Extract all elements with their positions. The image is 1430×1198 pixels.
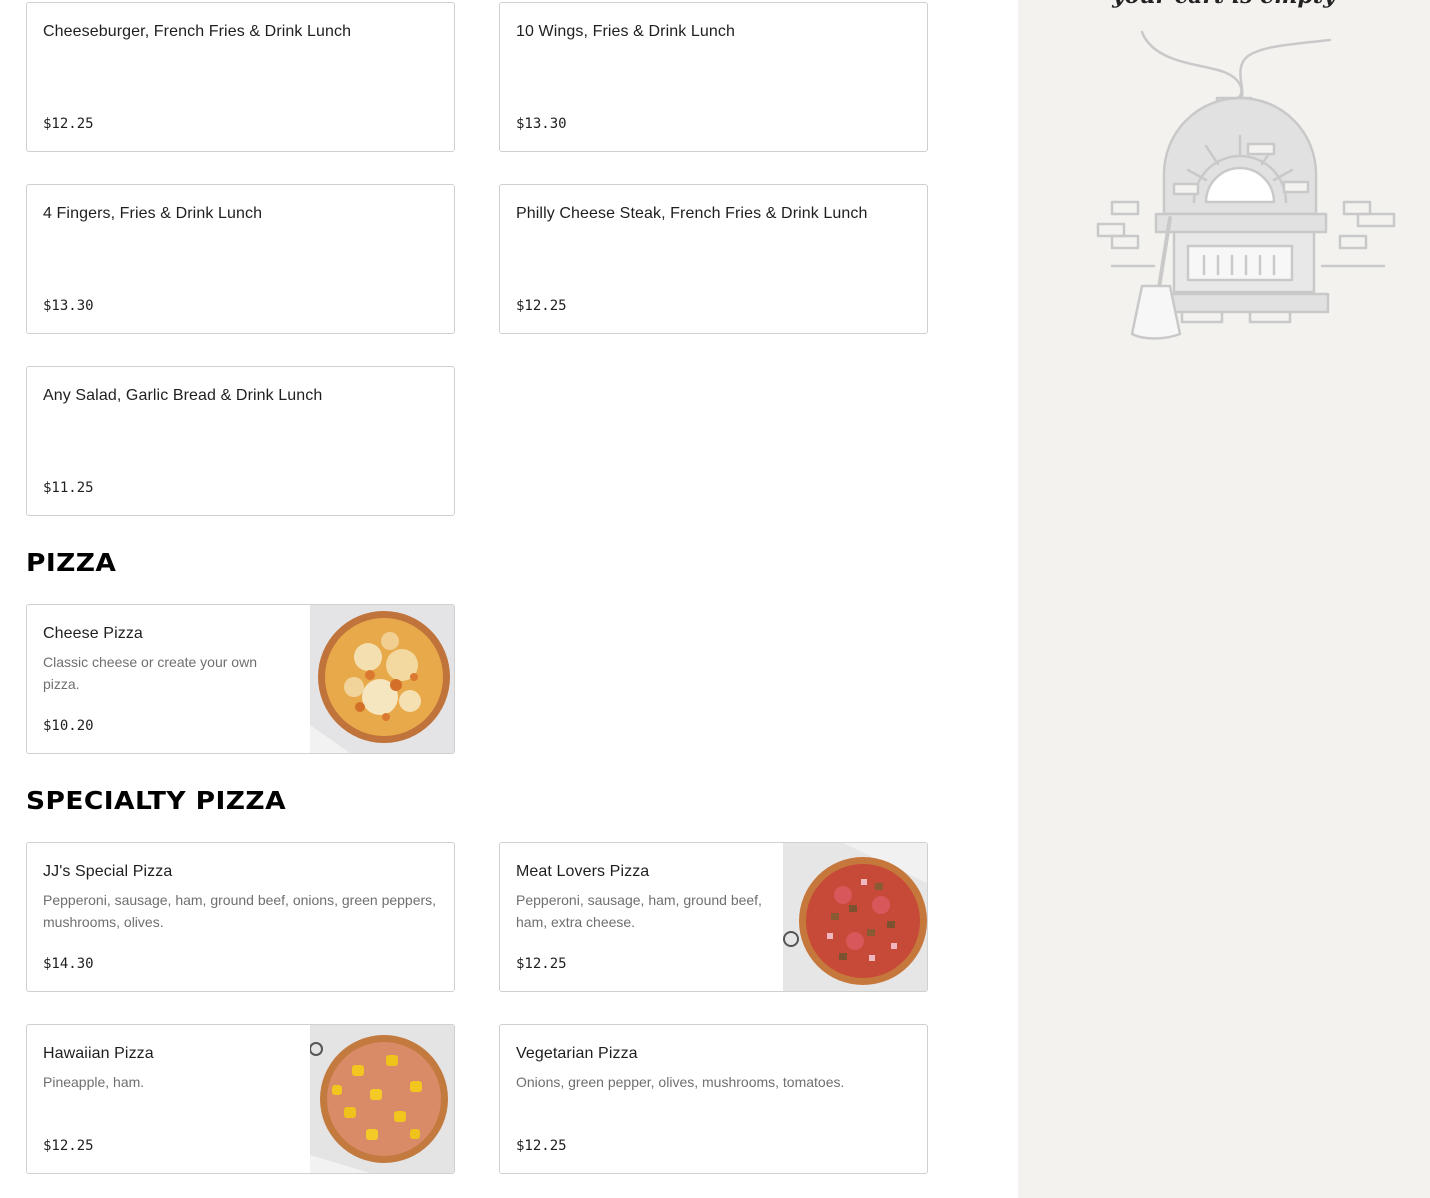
- item-name: 4 Fingers, Fries & Drink Lunch: [43, 205, 263, 222]
- meat-lovers-pizza-photo: [783, 843, 927, 991]
- menu-area: Cheeseburger, French Fries & Drink Lunch…: [0, 0, 1018, 1198]
- item-name: Meat Lovers Pizza: [516, 863, 650, 880]
- item-description: Onions, green pepper, olives, mushrooms,…: [516, 1074, 845, 1090]
- menu-item-card[interactable]: Philly Cheese Steak, French Fries & Drin…: [499, 184, 928, 334]
- item-description: Pepperoni, sausage, ham, ground beef, ha…: [516, 892, 762, 930]
- item-price: $11.25: [43, 480, 94, 496]
- item-price: $12.25: [516, 1138, 567, 1154]
- item-name: Philly Cheese Steak, French Fries & Drin…: [516, 205, 868, 222]
- menu-item-card[interactable]: Vegetarian Pizza Onions, green pepper, o…: [499, 1024, 928, 1174]
- item-price: $12.25: [43, 116, 94, 132]
- menu-item-card[interactable]: Cheeseburger, French Fries & Drink Lunch…: [26, 2, 455, 152]
- cart-sidebar: your cart is empty: [1018, 0, 1430, 1198]
- pizza-oven-illustration: [1094, 24, 1399, 349]
- section-title-specialty-pizza: SPECIALTY PIZZA: [26, 786, 287, 815]
- item-price: $13.30: [516, 116, 567, 132]
- menu-item-card[interactable]: 10 Wings, Fries & Drink Lunch $13.30: [499, 2, 928, 152]
- menu-item-card[interactable]: Any Salad, Garlic Bread & Drink Lunch $1…: [26, 366, 455, 516]
- item-price: $12.25: [516, 298, 567, 314]
- menu-item-card[interactable]: Cheese Pizza Classic cheese or create yo…: [26, 604, 455, 754]
- item-price: $12.25: [516, 956, 567, 972]
- hawaiian-pizza-photo: [310, 1025, 454, 1173]
- item-description: Classic cheese or create your own pizza.: [43, 654, 257, 692]
- cheese-pizza-photo: [310, 605, 454, 753]
- item-name: JJ's Special Pizza: [43, 863, 173, 880]
- menu-item-card[interactable]: JJ's Special Pizza Pepperoni, sausage, h…: [26, 842, 455, 992]
- item-name: Hawaiian Pizza: [43, 1045, 154, 1062]
- item-price: $13.30: [43, 298, 94, 314]
- item-price: $10.20: [43, 718, 94, 734]
- menu-item-card[interactable]: Hawaiian Pizza Pineapple, ham. $12.25: [26, 1024, 455, 1174]
- item-name: Any Salad, Garlic Bread & Drink Lunch: [43, 387, 323, 404]
- item-price: $12.25: [43, 1138, 94, 1154]
- item-description: Pineapple, ham.: [43, 1074, 145, 1090]
- item-price: $14.30: [43, 956, 94, 972]
- item-name: 10 Wings, Fries & Drink Lunch: [516, 23, 735, 40]
- cart-empty-message: your cart is empty: [1018, 0, 1430, 9]
- section-title-pizza: PIZZA: [26, 548, 117, 577]
- item-name: Cheeseburger, French Fries & Drink Lunch: [43, 23, 352, 40]
- item-name: Cheese Pizza: [43, 625, 143, 642]
- menu-item-card[interactable]: 4 Fingers, Fries & Drink Lunch $13.30: [26, 184, 455, 334]
- item-name: Vegetarian Pizza: [516, 1045, 638, 1062]
- menu-item-card[interactable]: Meat Lovers Pizza Pepperoni, sausage, ha…: [499, 842, 928, 992]
- item-description: Pepperoni, sausage, ham, ground beef, on…: [43, 892, 437, 930]
